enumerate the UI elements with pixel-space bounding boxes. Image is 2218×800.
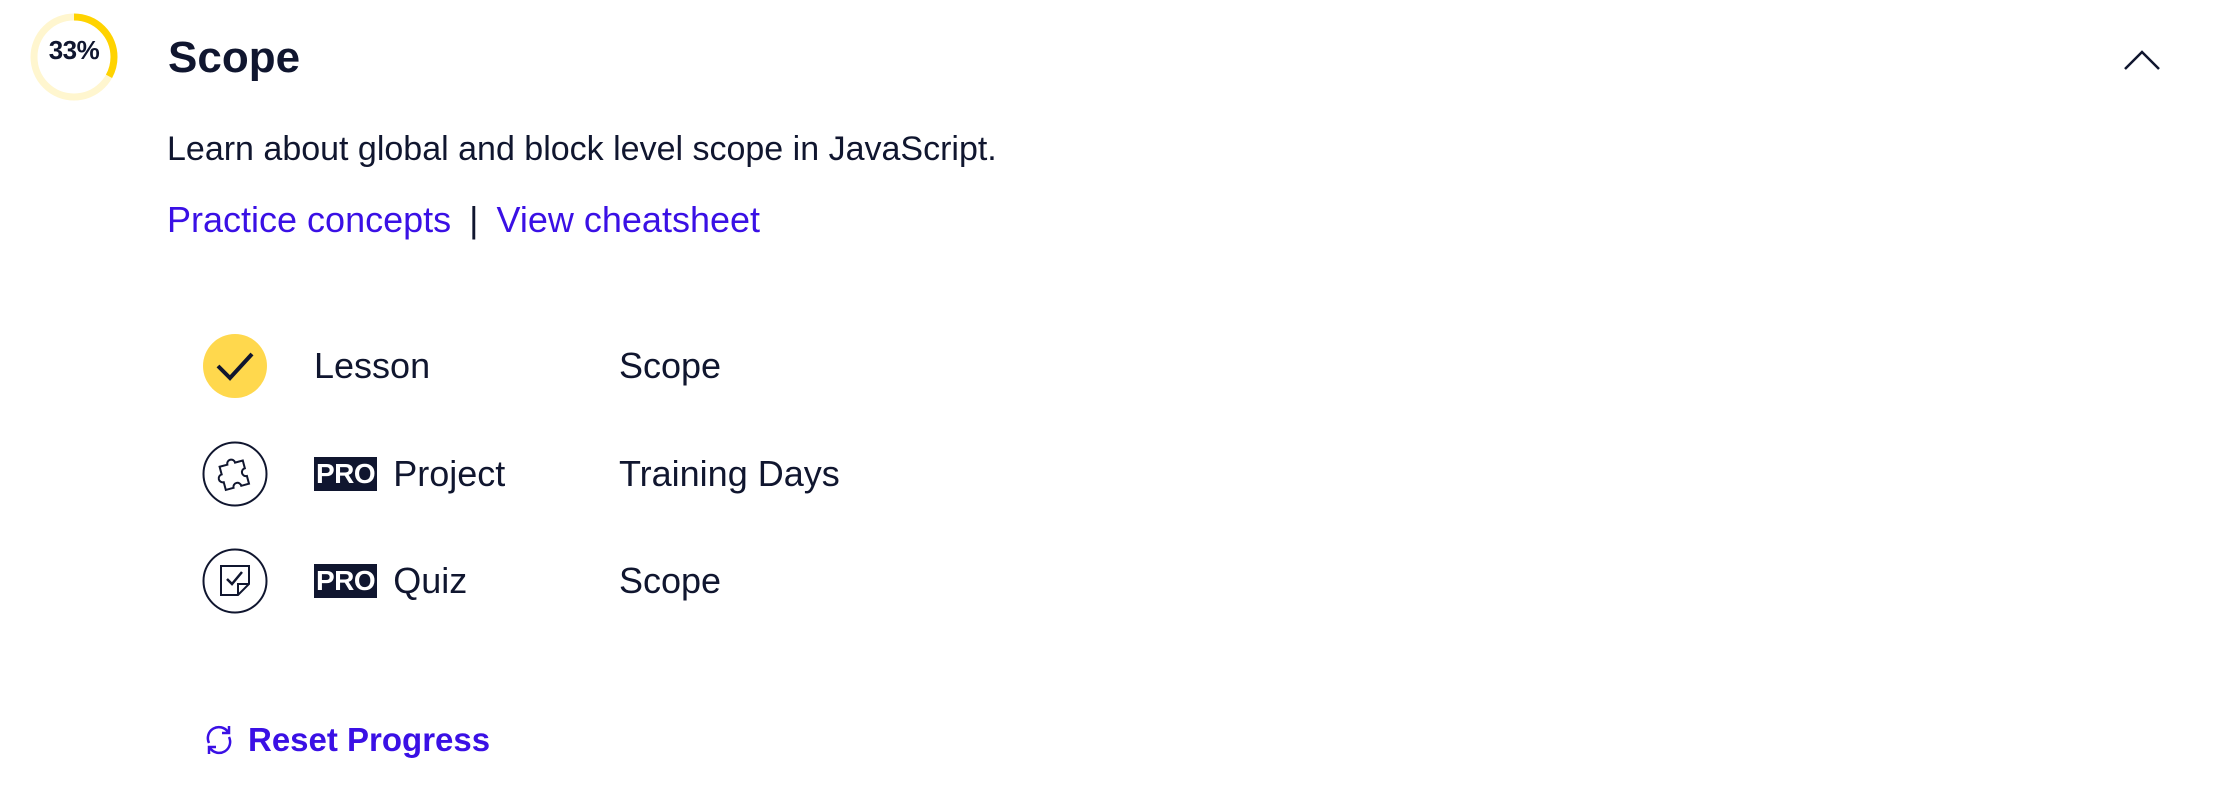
link-separator: | — [469, 199, 479, 240]
item-type: PRO Quiz — [314, 557, 467, 605]
reset-progress-label: Reset Progress — [248, 721, 491, 758]
collapse-button[interactable] — [2120, 38, 2164, 82]
list-item-lesson[interactable]: Lesson Scope — [202, 333, 721, 399]
quiz-icon — [202, 548, 268, 614]
item-type: PRO Project — [314, 450, 505, 498]
module-description: Learn about global and block level scope… — [167, 130, 997, 168]
item-name[interactable]: Scope — [619, 342, 721, 390]
chevron-up-icon — [2124, 50, 2160, 70]
list-item-project[interactable]: PRO Project Training Days — [202, 441, 840, 507]
module-title: Scope — [168, 33, 301, 82]
reset-progress-button[interactable]: Reset Progress — [202, 718, 490, 762]
item-name[interactable]: Training Days — [619, 450, 840, 498]
list-item-quiz[interactable]: PRO Quiz Scope — [202, 548, 721, 614]
module-links: Practice concepts | View cheatsheet — [167, 196, 760, 244]
progress-ring: 33% — [28, 11, 120, 103]
refresh-icon — [206, 725, 232, 755]
pro-badge: PRO — [314, 564, 378, 598]
progress-percent: 33% — [48, 34, 100, 65]
practice-concepts-link[interactable]: Practice concepts — [167, 196, 451, 244]
check-circle-icon — [203, 334, 267, 398]
pro-badge: PRO — [314, 457, 378, 491]
item-type-label: Lesson — [314, 345, 431, 386]
puzzle-icon — [202, 441, 268, 507]
item-type-label: Project — [393, 453, 506, 494]
item-name[interactable]: Scope — [619, 557, 721, 605]
item-type: Lesson — [314, 342, 430, 390]
view-cheatsheet-link[interactable]: View cheatsheet — [497, 196, 761, 244]
item-type-label: Quiz — [393, 560, 468, 601]
